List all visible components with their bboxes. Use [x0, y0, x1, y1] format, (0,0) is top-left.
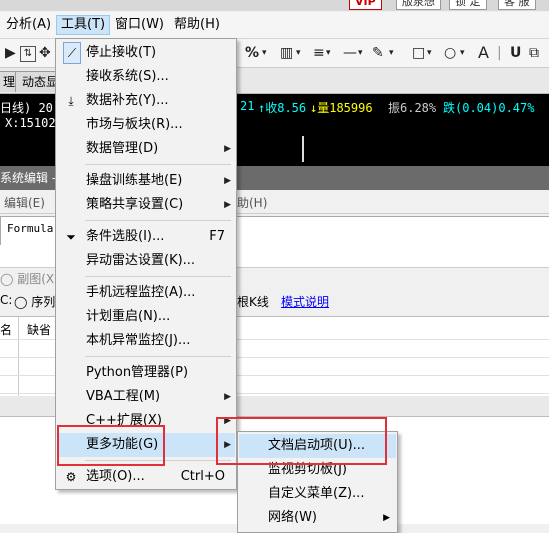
- menu-item-radar-settings[interactable]: 异动雷达设置(K)...: [57, 249, 235, 273]
- menu-window[interactable]: 窗口(W): [111, 16, 168, 34]
- shortcut-text: F7: [209, 229, 225, 244]
- menu-bar: 分析(A) 工具(T) 窗口(W) 帮助(H): [0, 12, 549, 39]
- support-button[interactable]: 客 服: [498, 0, 536, 10]
- menu-item-python-manager[interactable]: Python管理器(P): [57, 361, 235, 385]
- dropdown-icon[interactable]: ▾: [358, 44, 363, 62]
- mode-help-link[interactable]: 模式说明: [281, 293, 329, 310]
- download-icon: ⤓: [68, 94, 74, 108]
- table-icon[interactable]: ▥: [280, 44, 293, 62]
- c-label: C:: [0, 293, 13, 307]
- window-icon[interactable]: ⇅: [20, 46, 36, 62]
- menu-item-mobile-monitor[interactable]: 手机远程监控(A)...: [57, 281, 235, 305]
- grid-header-name: 名: [0, 323, 13, 337]
- menu-separator: [85, 164, 231, 165]
- menu-item-training-base[interactable]: 操盘训练基地(E) ▶: [57, 169, 235, 193]
- magnet-icon[interactable]: U: [510, 44, 521, 62]
- editor-menu-help[interactable]: 助(H): [237, 194, 267, 211]
- text-tool-icon[interactable]: A: [478, 44, 489, 62]
- percent-icon[interactable]: %: [245, 44, 259, 62]
- grid-header-default: 缺省: [27, 323, 52, 337]
- chart-close-text: ↑收8.56: [258, 101, 307, 115]
- menu-item-vba-project[interactable]: VBA工程(M) ▶: [57, 385, 235, 409]
- menu-separator: [85, 276, 231, 277]
- align-icon[interactable]: ≡: [313, 44, 325, 62]
- annotation-box-doc-startup: [216, 417, 387, 465]
- kline-label: 根K线: [237, 295, 269, 309]
- line-icon[interactable]: —: [343, 44, 357, 62]
- menu-item-market-sector[interactable]: 市场与板块(R)...: [57, 113, 235, 137]
- version-button[interactable]: 版泉想: [396, 0, 441, 10]
- filter-icon: ⏷: [66, 230, 76, 244]
- chart-amplitude-text: 振6.28%: [388, 101, 437, 115]
- dropdown-icon[interactable]: ▾: [389, 44, 394, 62]
- menu-item-stop-receive[interactable]: ⟋ 停止接收(T): [57, 41, 235, 65]
- menu-item-data-supplement[interactable]: ⤓ 数据补充(Y)...: [57, 89, 235, 113]
- plug-icon: ⟋: [63, 42, 81, 64]
- menu-item-receive-system[interactable]: 接收系统(S)...: [57, 65, 235, 89]
- chart-change-text: 跌(0.04)0.47%: [443, 101, 535, 115]
- seq-radio[interactable]: ◯ 序列: [14, 293, 55, 310]
- menu-item-strategy-share[interactable]: 策略共享设置(C) ▶: [57, 193, 235, 217]
- circle-icon[interactable]: ○: [444, 44, 456, 62]
- submenu-item-custom-menu[interactable]: 自定义菜单(Z)...: [239, 482, 396, 506]
- submenu-arrow-icon: ▶: [383, 513, 390, 523]
- menu-item-data-management[interactable]: 数据管理(D) ▶: [57, 137, 235, 161]
- rectangle-icon[interactable]: □: [412, 44, 425, 62]
- dropdown-icon[interactable]: ▾: [296, 44, 301, 62]
- submenu-arrow-icon: ▶: [224, 144, 231, 154]
- submenu-arrow-icon: ▶: [224, 392, 231, 402]
- submenu-arrow-icon: ▶: [224, 176, 231, 186]
- vip-button[interactable]: VIP: [349, 0, 382, 10]
- tools-dropdown-menu: ⟋ 停止接收(T) 接收系统(S)... ⤓ 数据补充(Y)... 市场与板块(…: [55, 38, 237, 490]
- annotation-box-more-functions: [57, 425, 165, 466]
- chevron-icon[interactable]: ▶: [5, 44, 16, 62]
- copy-icon[interactable]: ⧉: [529, 44, 539, 62]
- menu-item-condition-select[interactable]: ⏷ 条件选股(I)... F7: [57, 225, 235, 249]
- menu-item-scheduled-restart[interactable]: 计划重启(N)...: [57, 305, 235, 329]
- dropdown-icon[interactable]: ▾: [326, 44, 331, 62]
- dropdown-icon[interactable]: ▾: [460, 44, 465, 62]
- pen-icon[interactable]: ✎: [372, 44, 384, 62]
- shortcut-text: Ctrl+O: [180, 469, 225, 484]
- dropdown-icon[interactable]: ▾: [427, 44, 432, 62]
- title-strip: VIP 版泉想 锁 定 客 服: [0, 0, 549, 11]
- menu-tools[interactable]: 工具(T): [56, 15, 111, 35]
- chart-volume-text: ↓量185996: [310, 101, 373, 115]
- menu-help[interactable]: 帮助(H): [170, 16, 224, 34]
- menu-separator: [85, 356, 231, 357]
- lock-button[interactable]: 锁 定: [449, 0, 487, 10]
- move-icon[interactable]: ✥: [39, 44, 51, 62]
- menu-item-options[interactable]: ⚙ 选项(O)... Ctrl+O: [57, 465, 235, 489]
- chart-candle: [302, 136, 304, 162]
- separator-icon: |: [497, 45, 502, 61]
- subchart-radio[interactable]: ◯ 副图(X): [0, 270, 59, 287]
- menu-separator: [85, 220, 231, 221]
- menu-analysis[interactable]: 分析(A): [2, 16, 55, 34]
- dropdown-icon[interactable]: ▾: [262, 44, 267, 62]
- chart-period-text: 日线) 20: [0, 101, 53, 115]
- menu-item-anomaly-monitor[interactable]: 本机异常监控(J)...: [57, 329, 235, 353]
- submenu-item-network[interactable]: 网络(W) ▶: [239, 506, 396, 530]
- gear-icon: ⚙: [65, 470, 77, 484]
- chart-prefix-text: 21: [240, 99, 255, 113]
- chart-coord-text: X:15102: [5, 116, 56, 130]
- formula-text: Formula: [7, 222, 54, 235]
- submenu-arrow-icon: ▶: [224, 200, 231, 210]
- editor-menu-edit[interactable]: 编辑(E): [4, 194, 45, 211]
